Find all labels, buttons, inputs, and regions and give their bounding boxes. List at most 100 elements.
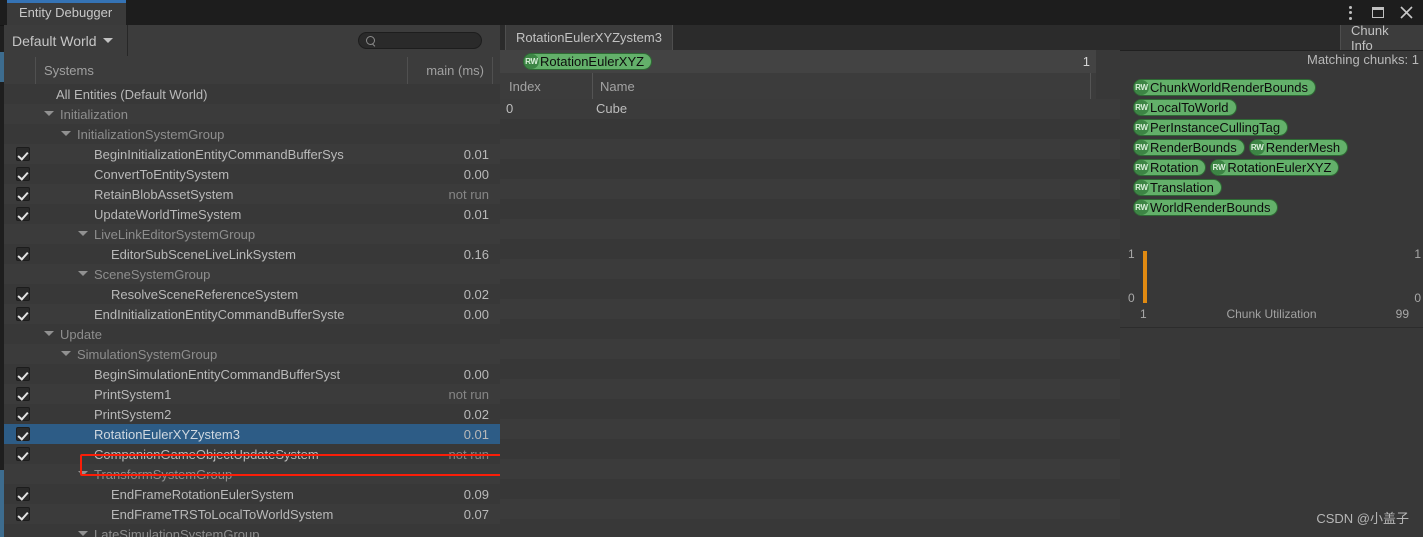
system-enabled-checkbox[interactable] <box>16 407 30 421</box>
system-row-label: All Entities (Default World) <box>56 86 208 102</box>
foldout-triangle-icon[interactable] <box>78 471 88 476</box>
chunk-component-tag[interactable]: RW Rotation <box>1133 159 1207 177</box>
entity-row-empty <box>500 379 1120 399</box>
chunk-component-tag-label: LocalToWorld <box>1150 100 1229 116</box>
tab-system-name-label: RotationEulerXYZystem3 <box>516 30 662 45</box>
column-header-main-ms[interactable]: main (ms) <box>407 57 492 84</box>
chunk-component-tag[interactable]: RW PerInstanceCullingTag <box>1133 119 1289 137</box>
system-enabled-checkbox[interactable] <box>16 367 30 381</box>
system-row[interactable]: Update <box>4 324 500 344</box>
chunk-component-tag[interactable]: RW LocalToWorld <box>1133 99 1237 117</box>
entity-row-empty <box>500 499 1120 519</box>
search-box[interactable] <box>358 32 482 49</box>
foldout-triangle-icon[interactable] <box>44 111 54 116</box>
system-row-label: UpdateWorldTimeSystem <box>94 206 242 222</box>
system-row[interactable]: PrintSystem1 not run <box>4 384 500 404</box>
maximize-icon[interactable] <box>1365 0 1391 25</box>
system-row-label: InitializationSystemGroup <box>77 126 225 142</box>
foldout-triangle-icon[interactable] <box>61 351 71 356</box>
system-row[interactable]: Initialization <box>4 104 500 124</box>
chunk-component-tag[interactable]: RW RenderBounds <box>1133 139 1245 157</box>
entity-row-empty <box>500 419 1120 439</box>
entity-query-bar[interactable]: RW RotationEulerXYZ 1 <box>500 50 1120 74</box>
entity-row[interactable]: 0 Cube <box>500 99 1120 119</box>
close-icon[interactable] <box>1393 0 1419 25</box>
system-enabled-checkbox[interactable] <box>16 167 30 181</box>
system-row[interactable]: BeginSimulationEntityCommandBufferSyst 0.… <box>4 364 500 384</box>
entities-panel: RotationEulerXYZystem3 RW RotationEulerX… <box>500 25 1120 537</box>
system-row-time: not run <box>448 186 489 202</box>
tab-entity-debugger[interactable]: Entity Debugger <box>7 0 127 25</box>
entity-list[interactable]: 0 Cube <box>500 99 1120 537</box>
system-row-time: not run <box>448 386 489 402</box>
column-header-index[interactable]: Index <box>502 73 592 99</box>
chunk-component-tag[interactable]: RW WorldRenderBounds <box>1133 199 1279 217</box>
foldout-triangle-icon[interactable] <box>61 131 71 136</box>
column-header-name[interactable]: Name <box>592 73 1090 99</box>
system-row[interactable]: LiveLinkEditorSystemGroup <box>4 224 500 244</box>
system-enabled-checkbox[interactable] <box>16 307 30 321</box>
system-enabled-checkbox[interactable] <box>16 387 30 401</box>
system-enabled-checkbox[interactable] <box>16 487 30 501</box>
system-row-time: 0.01 <box>463 146 489 162</box>
system-row[interactable]: TransformSystemGroup <box>4 464 500 484</box>
system-row[interactable]: EndFrameTRSToLocalToWorldSystem 0.07 <box>4 504 500 524</box>
system-enabled-checkbox[interactable] <box>16 187 30 201</box>
system-row[interactable]: LateSimulationSystemGroup <box>4 524 500 537</box>
system-row[interactable]: InitializationSystemGroup <box>4 124 500 144</box>
query-component-tag[interactable]: RW RotationEulerXYZ <box>523 53 653 71</box>
foldout-triangle-icon[interactable] <box>78 271 88 276</box>
entity-row-empty <box>500 239 1120 259</box>
foldout-triangle-icon[interactable] <box>78 531 88 536</box>
chunk-tag-line: RW Rotation RW RotationEulerXYZ <box>1133 159 1423 177</box>
chunk-component-tag[interactable]: RW Translation <box>1133 179 1222 197</box>
system-row[interactable]: ResolveSceneReferenceSystem 0.02 <box>4 284 500 304</box>
system-enabled-checkbox[interactable] <box>16 287 30 301</box>
system-enabled-checkbox[interactable] <box>16 147 30 161</box>
system-row[interactable]: UpdateWorldTimeSystem 0.01 <box>4 204 500 224</box>
system-row[interactable]: SceneSystemGroup <box>4 264 500 284</box>
chunk-component-tag[interactable]: RW ChunkWorldRenderBounds <box>1133 79 1317 97</box>
query-bar-spacer <box>1096 50 1120 73</box>
system-enabled-checkbox[interactable] <box>16 247 30 261</box>
tab-chunk-info[interactable]: Chunk Info <box>1340 22 1423 53</box>
system-enabled-checkbox[interactable] <box>16 447 30 461</box>
rw-badge-icon: RW <box>1134 160 1149 176</box>
chunk-component-tag-label: WorldRenderBounds <box>1150 200 1271 216</box>
system-row[interactable]: RotationEulerXYZystem3 0.01 <box>4 424 500 444</box>
entity-row-empty <box>500 259 1120 279</box>
tab-chunk-info-label: Chunk Info <box>1351 22 1389 53</box>
system-row[interactable]: All Entities (Default World) <box>4 84 500 104</box>
tab-system-name[interactable]: RotationEulerXYZystem3 <box>505 25 673 50</box>
system-row[interactable]: ConvertToEntitySystem 0.00 <box>4 164 500 184</box>
foldout-triangle-icon[interactable] <box>44 331 54 336</box>
system-row[interactable]: CompanionGameObjectUpdateSystem not run <box>4 444 500 464</box>
system-row-label: BeginInitializationEntityCommandBufferSy… <box>94 146 344 162</box>
system-row[interactable]: EditorSubSceneLiveLinkSystem 0.16 <box>4 244 500 264</box>
systems-tree[interactable]: All Entities (Default World) Initializati… <box>4 84 500 537</box>
system-row[interactable]: EndFrameRotationEulerSystem 0.09 <box>4 484 500 504</box>
world-selector-dropdown[interactable]: Default World <box>6 25 128 56</box>
system-enabled-checkbox[interactable] <box>16 207 30 221</box>
system-row[interactable]: EndInitializationEntityCommandBufferSyst… <box>4 304 500 324</box>
system-enabled-checkbox[interactable] <box>16 427 30 441</box>
system-row[interactable]: PrintSystem2 0.02 <box>4 404 500 424</box>
entity-row-empty <box>500 219 1120 239</box>
system-enabled-checkbox[interactable] <box>16 507 30 521</box>
system-row[interactable]: RetainBlobAssetSystem not run <box>4 184 500 204</box>
chunk-component-tag[interactable]: RW RotationEulerXYZ <box>1210 159 1340 177</box>
system-row[interactable]: SimulationSystemGroup <box>4 344 500 364</box>
kebab-menu-icon[interactable] <box>1337 0 1363 25</box>
chunk-info-panel: Chunk Info Matching chunks: 1 RW ChunkWor… <box>1120 22 1423 537</box>
column-header-systems[interactable]: Systems <box>35 57 407 84</box>
systems-panel: Default World Systems main (ms) All Enti… <box>4 25 508 537</box>
chunk-component-tag-label: PerInstanceCullingTag <box>1150 120 1281 136</box>
system-row[interactable]: BeginInitializationEntityCommandBufferSy… <box>4 144 500 164</box>
chunk-component-tag[interactable]: RW RenderMesh <box>1248 139 1349 157</box>
chunk-utilization-bar <box>1143 251 1147 303</box>
system-row-label: Initialization <box>60 106 128 122</box>
foldout-triangle-icon[interactable] <box>78 231 88 236</box>
chunk-component-tag-label: RotationEulerXYZ <box>1227 160 1332 176</box>
search-input[interactable] <box>375 33 477 48</box>
rw-badge-icon: RW <box>1211 160 1227 176</box>
